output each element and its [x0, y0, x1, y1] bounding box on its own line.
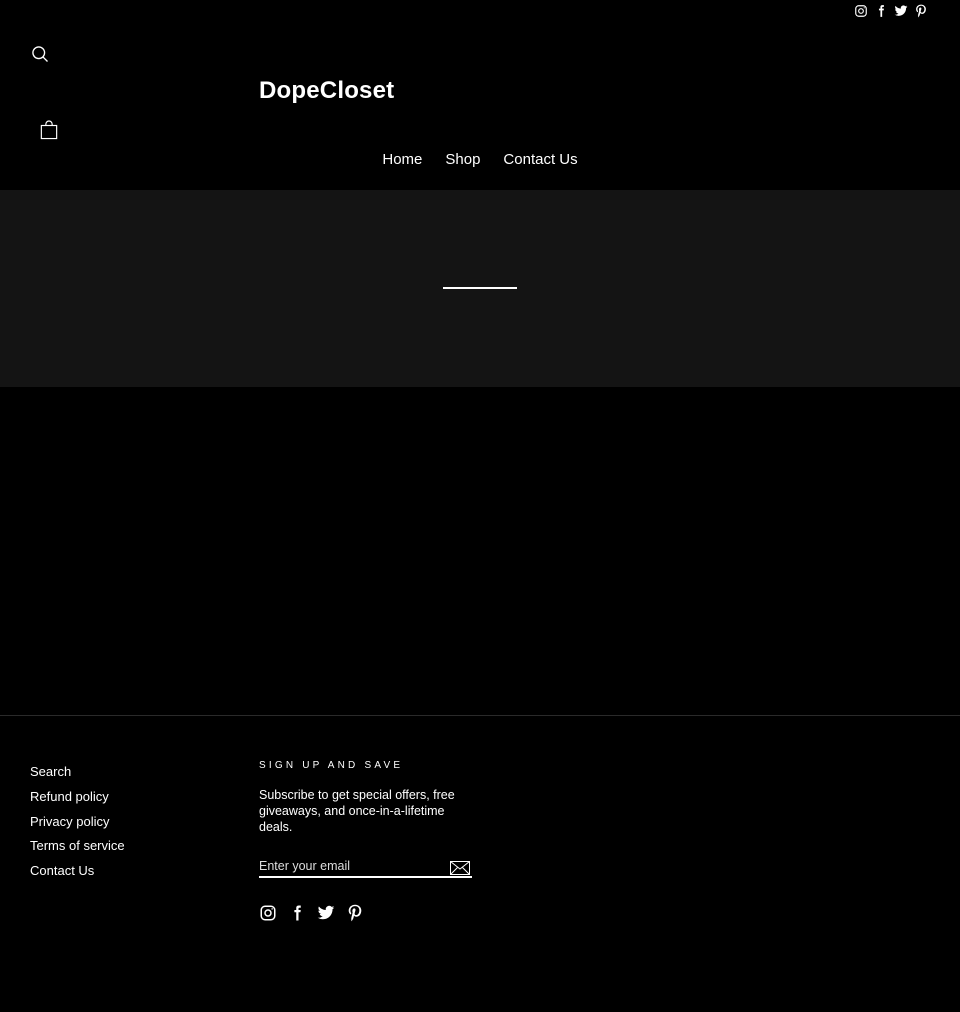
search-button[interactable] [30, 44, 50, 64]
site-logo[interactable]: DopeCloset [259, 77, 394, 105]
pinterest-icon [916, 4, 926, 18]
footer-menu: Search Refund policy Privacy policy Term… [30, 763, 125, 887]
twitter-icon [317, 905, 335, 920]
footer-link-privacy-policy[interactable]: Privacy policy [30, 814, 109, 829]
facebook-link[interactable] [874, 4, 888, 18]
signup-heading: Sign up and save [259, 760, 404, 771]
pinterest-link[interactable] [914, 4, 928, 18]
footer-link-refund-policy[interactable]: Refund policy [30, 789, 109, 804]
nav-item-home[interactable]: Home [382, 151, 422, 168]
pinterest-icon [348, 904, 362, 922]
subscribe-button[interactable] [450, 861, 470, 875]
signup-form [259, 855, 472, 878]
shopping-bag-icon [40, 120, 58, 140]
footer-link-search[interactable]: Search [30, 764, 71, 779]
facebook-link[interactable] [288, 904, 306, 922]
facebook-icon [294, 905, 301, 921]
list-item: Refund policy [30, 788, 125, 813]
cart-button[interactable] [40, 120, 58, 140]
instagram-icon [260, 905, 276, 921]
envelope-icon [450, 861, 470, 875]
instagram-link[interactable] [854, 4, 868, 18]
footer-social-links [259, 904, 364, 922]
signup-description: Subscribe to get special offers, free gi… [259, 788, 455, 834]
nav-item-shop[interactable]: Shop [445, 151, 480, 168]
footer-link-terms-of-service[interactable]: Terms of service [30, 838, 125, 853]
list-item: Privacy policy [30, 813, 125, 838]
search-icon [32, 46, 48, 62]
newsletter-signup: Sign up and save Subscribe to get specia… [259, 760, 472, 878]
twitter-link[interactable] [894, 4, 908, 18]
header-social-links [854, 4, 928, 18]
instagram-link[interactable] [259, 904, 277, 922]
list-item: Contact Us [30, 862, 125, 887]
page-hero [0, 190, 960, 387]
main-navigation: Home Shop Contact Us [0, 151, 960, 168]
email-input[interactable] [259, 855, 444, 876]
top-bar [0, 0, 960, 22]
list-item: Terms of service [30, 837, 125, 862]
title-underline [443, 287, 517, 289]
footer-divider [0, 715, 960, 716]
nav-item-contact[interactable]: Contact Us [503, 151, 577, 168]
pinterest-link[interactable] [346, 904, 364, 922]
list-item: Search [30, 763, 125, 788]
twitter-link[interactable] [317, 904, 335, 922]
facebook-icon [878, 5, 884, 17]
instagram-icon [855, 5, 867, 17]
twitter-icon [894, 5, 908, 16]
footer-link-contact-us[interactable]: Contact Us [30, 863, 94, 878]
